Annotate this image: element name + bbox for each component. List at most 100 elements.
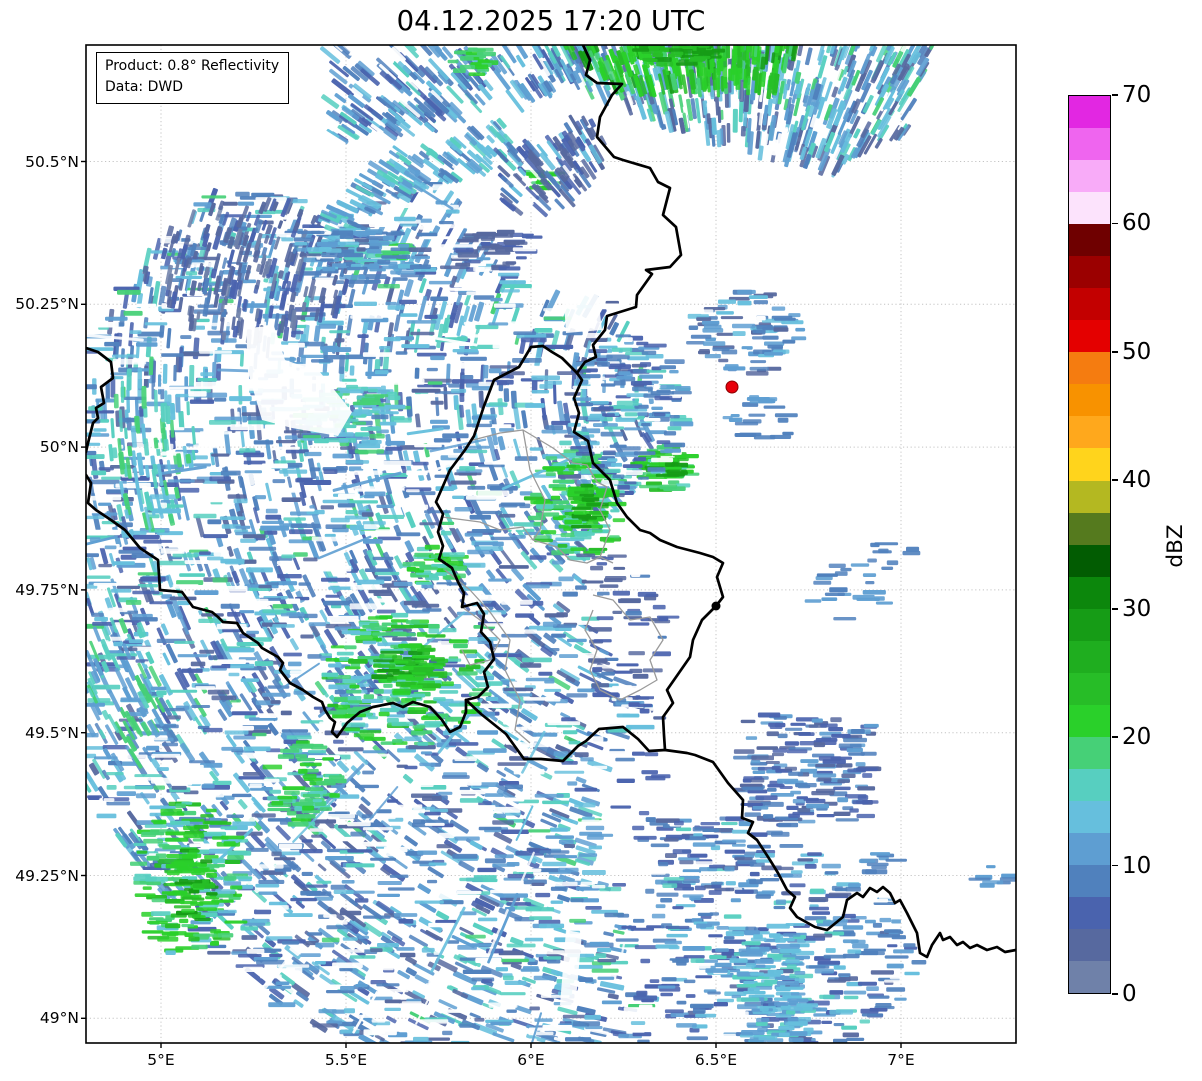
- radar-echo-bin: [414, 367, 420, 380]
- radar-echo-bin: [243, 966, 263, 972]
- radar-echo-bin: [290, 291, 297, 303]
- radar-echo-bin: [220, 603, 240, 609]
- radar-echo-bin: [252, 732, 267, 737]
- radar-echo-bin: [396, 947, 415, 951]
- radar-echo-bin: [498, 503, 518, 508]
- radar-echo-bin: [533, 975, 556, 981]
- radar-echo-bin: [323, 469, 338, 474]
- radar-echo-bin: [438, 791, 453, 795]
- radar-echo-bin: [380, 650, 404, 654]
- radar-echo-bin: [427, 381, 443, 385]
- radar-echo-bin: [412, 461, 429, 466]
- radar-echo-bin: [173, 364, 177, 382]
- radar-echo-bin: [461, 287, 483, 291]
- radar-echo-bin: [317, 863, 327, 872]
- radar-echo-bin: [529, 1006, 540, 1011]
- radar-echo-bin: [576, 533, 588, 537]
- radar-echo-bin: [501, 599, 533, 605]
- radar-echo-bin: [483, 251, 511, 255]
- radar-echo-bin: [299, 563, 313, 567]
- radar-echo-bin: [515, 613, 535, 618]
- radar-echo-bin: [457, 336, 468, 342]
- radar-echo-bin: [416, 232, 438, 237]
- radar-echo-bin: [410, 684, 423, 690]
- radar-echo-bin: [165, 950, 176, 955]
- radar-echo-bin: [488, 1002, 518, 1008]
- radar-echo-bin: [462, 969, 492, 974]
- radar-echo-bin: [325, 658, 340, 662]
- radar-echo-bin: [407, 438, 424, 444]
- radar-echo-bin: [438, 221, 454, 225]
- radar-echo-bin: [359, 730, 382, 734]
- radar-echo-bin: [439, 244, 473, 248]
- radar-echo-bin: [207, 519, 222, 525]
- radar-echo-bin: [495, 967, 508, 972]
- radar-echo-bin: [587, 936, 601, 942]
- radar-echo-bin: [345, 460, 370, 464]
- radar-echo-bin: [558, 867, 579, 873]
- radar-echo-bin: [579, 831, 603, 836]
- radar-echo-bin: [337, 503, 356, 508]
- radar-echo-bin: [181, 668, 203, 673]
- radar-echo-bin: [181, 495, 190, 521]
- radar-echo-bin: [195, 686, 216, 690]
- radar-echo-bin: [603, 931, 615, 937]
- radar-echo-bin: [467, 549, 494, 555]
- radar-echo-bin: [202, 727, 223, 733]
- radar-echo-bin: [416, 632, 428, 637]
- radar-echo-bin: [154, 724, 179, 729]
- radar-echo-bin: [283, 913, 313, 917]
- radar-echo-bin: [231, 711, 258, 716]
- radar-echo-bin: [575, 585, 587, 590]
- radar-echo-bin: [443, 566, 467, 571]
- radar-echo-bin: [448, 742, 479, 746]
- radar-echo-bin: [287, 476, 293, 488]
- radar-echo-bin: [367, 616, 388, 620]
- radar-echo-bin: [350, 315, 384, 319]
- radar-echo-bin: [413, 808, 426, 814]
- radar-echo-bin: [580, 881, 594, 886]
- radar-echo-bin: [116, 585, 141, 589]
- radar-echo-bin: [174, 640, 195, 644]
- radar-echo-bin: [248, 546, 277, 551]
- radar-echo-bin: [478, 826, 502, 831]
- radar-echo-bin: [300, 953, 321, 957]
- radar-echo-bin: [375, 529, 395, 533]
- radar-echo-bin: [574, 802, 596, 808]
- radar-echo-bin: [454, 836, 480, 841]
- radar-echo-bin: [330, 884, 346, 890]
- radar-echo-bin: [249, 783, 262, 789]
- radar-echo-bin: [322, 757, 335, 761]
- radar-echo-bin: [284, 790, 300, 795]
- radar-echo-bin: [368, 589, 390, 594]
- radar-echo-bin: [152, 508, 181, 514]
- radar-echo-bin: [290, 897, 317, 902]
- radar-echo-bin: [578, 977, 594, 982]
- radar-echo-bin: [286, 735, 312, 740]
- radar-echo-bin: [171, 278, 183, 282]
- radar-echo-bin: [564, 519, 582, 525]
- radar-echo-bin: [189, 760, 215, 764]
- radar-echo-bin: [358, 450, 369, 455]
- radar-echo-bin: [207, 950, 231, 955]
- radar-echo-bin: [343, 645, 357, 650]
- radar-echo-bin: [123, 310, 143, 316]
- radar-echo-bin: [364, 568, 394, 572]
- radar-echo-bin: [153, 785, 165, 790]
- radar-echo-bin: [319, 565, 352, 572]
- radar-echo-bin: [307, 750, 327, 754]
- radar-echo-bin: [561, 717, 576, 722]
- radar-echo-bin: [457, 671, 478, 676]
- radar-echo-bin: [281, 497, 301, 502]
- radar-echo-bin: [308, 622, 327, 627]
- radar-echo-bin: [303, 777, 323, 781]
- radar-echo-bin: [340, 986, 355, 991]
- radar-echo-bin: [460, 64, 476, 70]
- radar-echo-bin: [550, 900, 564, 904]
- radar-echo-bin: [272, 604, 293, 609]
- radar-echo-bin: [501, 829, 529, 834]
- radar-echo-bin: [458, 860, 475, 873]
- radar-echo-bin: [475, 510, 503, 515]
- radar-echo-bin: [125, 600, 142, 605]
- radar-echo-bin: [230, 885, 243, 890]
